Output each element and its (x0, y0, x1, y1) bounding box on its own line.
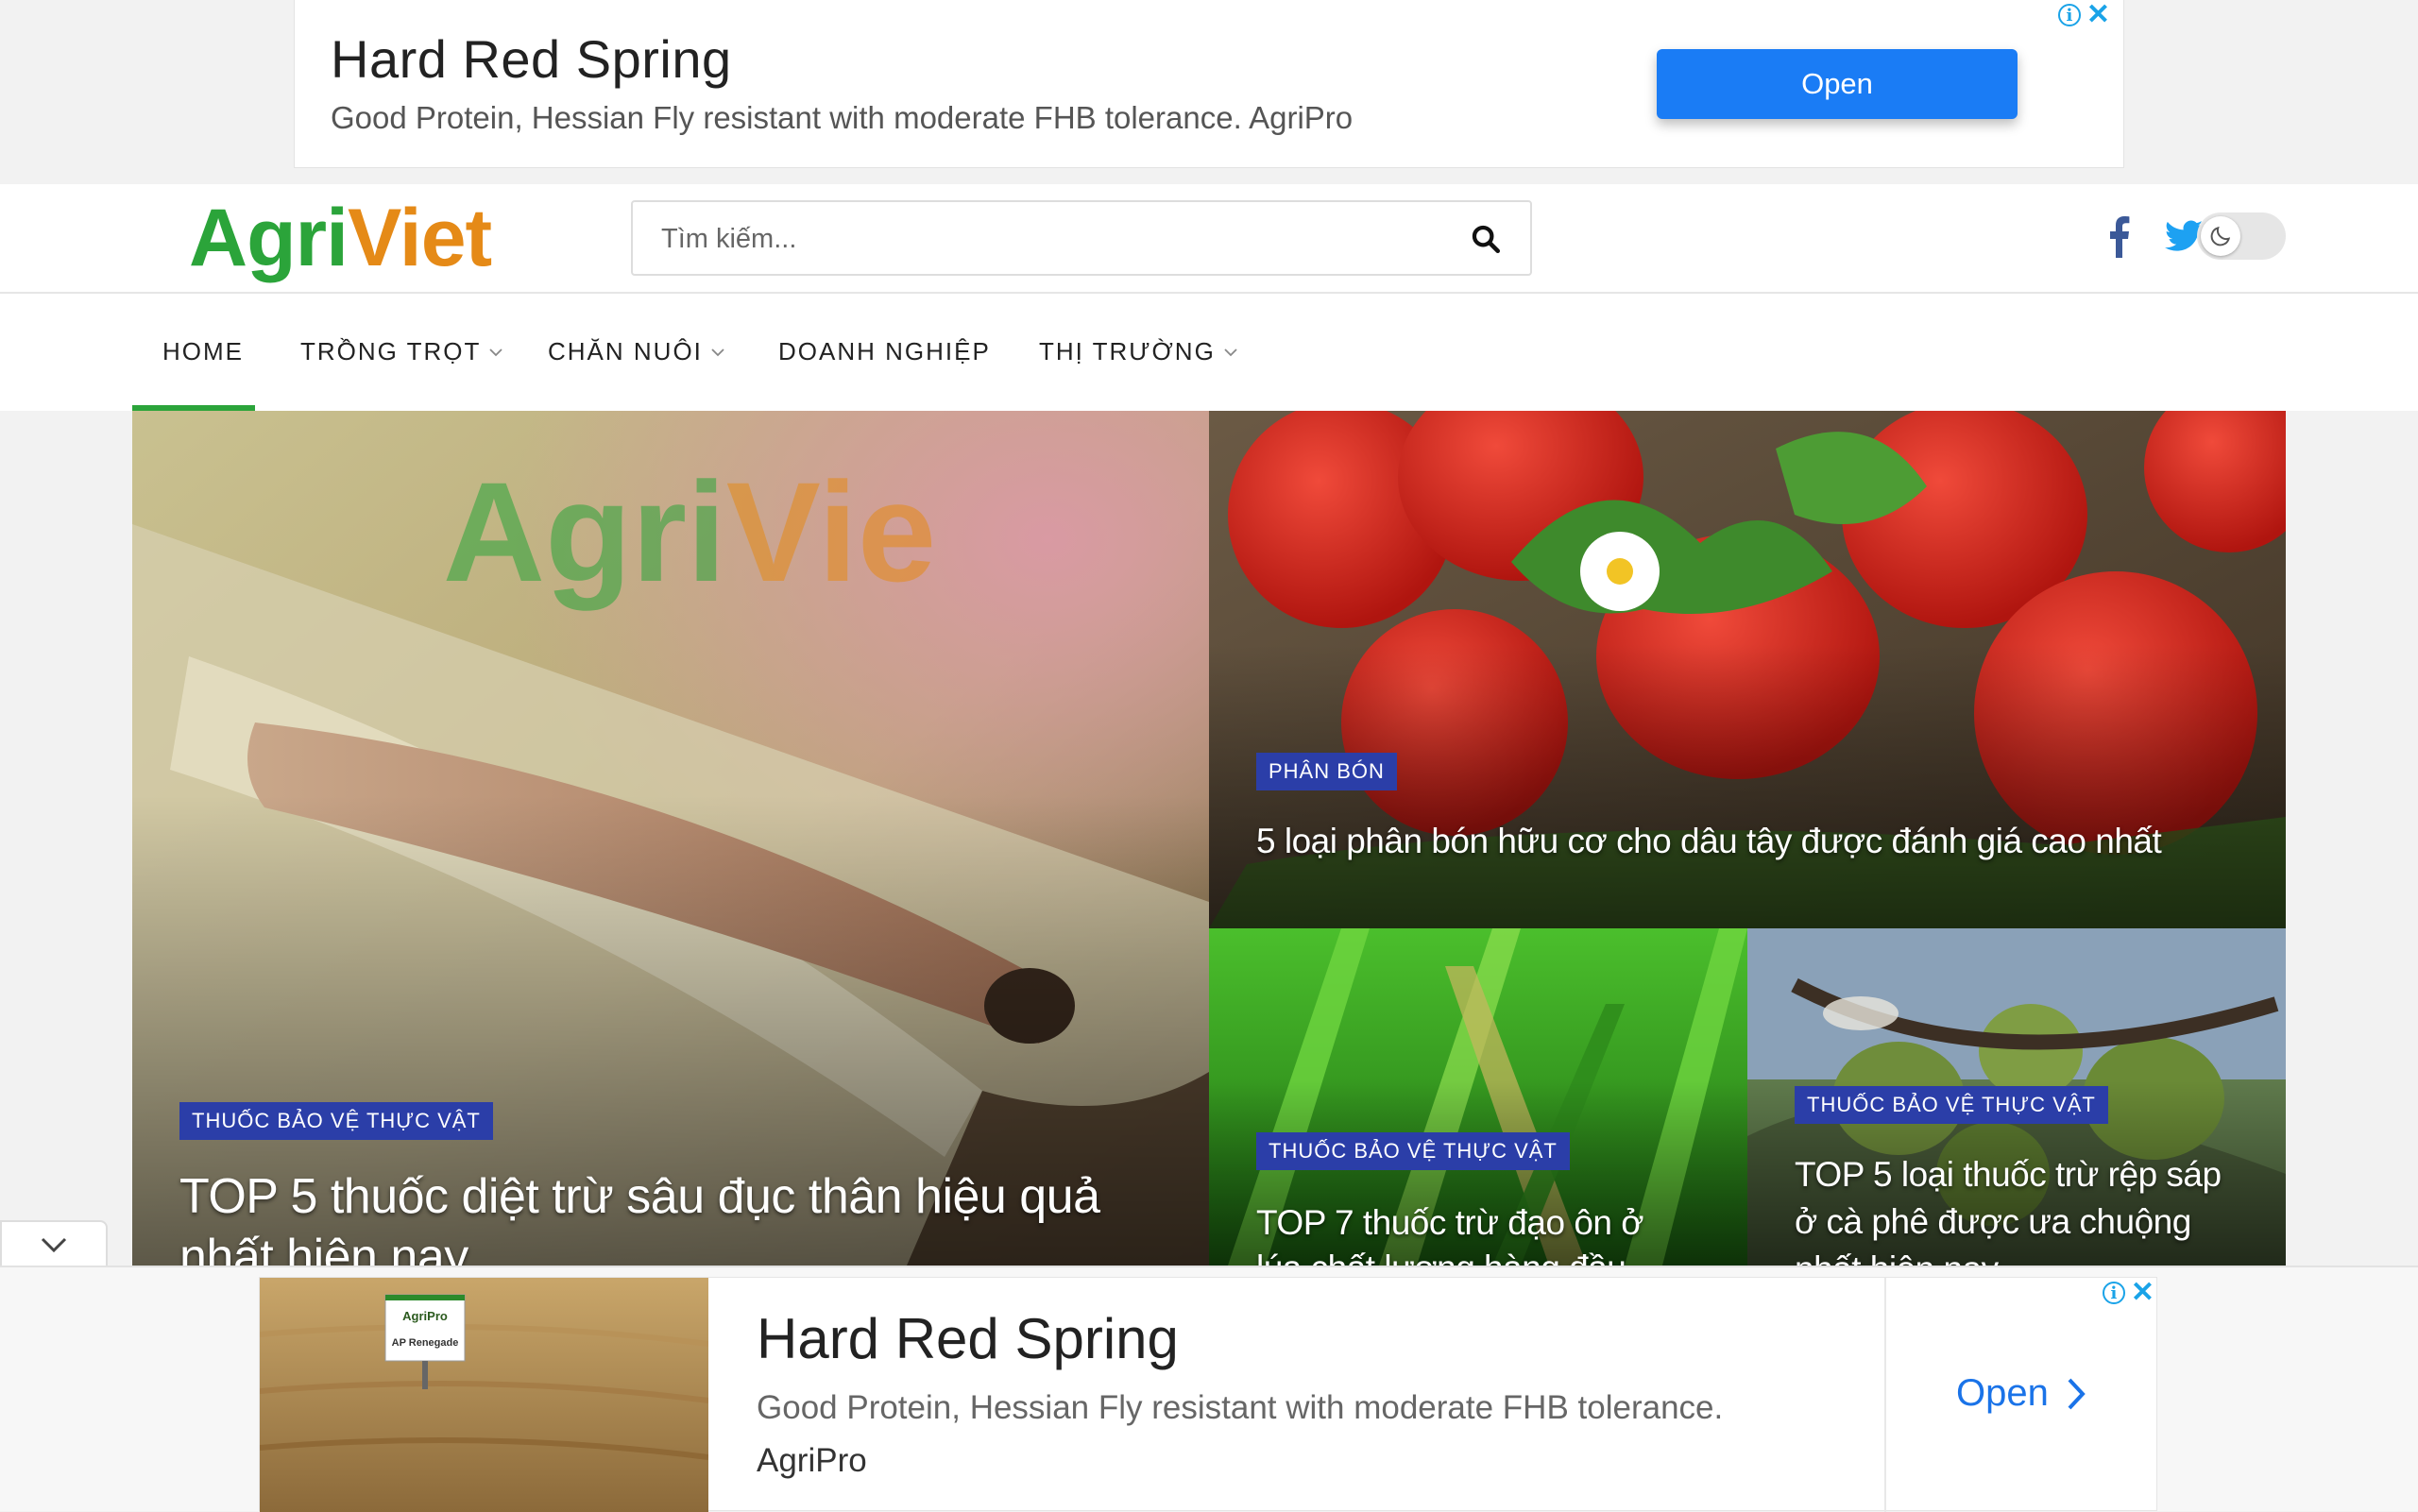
hero-side-article-bottom-left[interactable]: THUỐC BẢO VỆ THỰC VẬT TOP 7 thuốc trừ đạ… (1209, 928, 1747, 1266)
bottom-ad-open-button[interactable]: Open (1956, 1372, 2086, 1415)
facebook-icon[interactable] (2104, 216, 2133, 258)
nav-item-label[interactable]: TRỒNG TRỌT (300, 337, 481, 366)
watermark-logo: AgriVie (443, 452, 936, 611)
bottom-ad-description[interactable]: Good Protein, Hessian Fly resistant with… (757, 1389, 1723, 1427)
nav-item-doanh-nghiep[interactable]: DOANH NGHIỆP (778, 337, 991, 366)
article-title[interactable]: TOP 5 loại thuốc trừ rệp sáp ở cà phê đư… (1795, 1151, 2248, 1266)
logo-text-agri[interactable]: Agri (189, 193, 349, 283)
top-ad-choices[interactable]: i ✕ (2057, 1, 2110, 29)
bottom-ad-choices[interactable]: i ✕ (2102, 1279, 2154, 1307)
ad-close-icon[interactable]: ✕ (2131, 1279, 2154, 1307)
category-badge[interactable]: THUỐC BẢO VỆ THỰC VẬT (1795, 1086, 2108, 1124)
chevron-down-icon (489, 348, 503, 356)
ad-close-icon[interactable]: ✕ (2086, 1, 2110, 29)
nav-item-label[interactable]: THỊ TRƯỜNG (1039, 337, 1216, 366)
category-badge[interactable]: THUỐC BẢO VỆ THỰC VẬT (1256, 1132, 1570, 1170)
chevron-right-icon (2068, 1378, 2086, 1409)
logo-text-viet[interactable]: Viet (348, 193, 492, 283)
search-box (631, 200, 1532, 276)
nav-item-chan-nuoi[interactable]: CHĂN NUÔI (548, 337, 725, 366)
site-header: AgriViet (0, 184, 2418, 294)
nav-item-trong-trot[interactable]: TRỒNG TRỌT (300, 337, 503, 366)
site-logo[interactable]: AgriViet (189, 192, 492, 285)
nav-item-thi-truong[interactable]: THỊ TRƯỜNG (1039, 337, 1238, 366)
ad-sign-brand: AgriPro (402, 1309, 448, 1323)
category-badge[interactable]: PHÂN BÓN (1256, 753, 1397, 790)
nav-item-home[interactable]: HOME (162, 337, 244, 366)
nav-item-label[interactable]: CHĂN NUÔI (548, 337, 703, 366)
moon-icon (2201, 216, 2240, 256)
category-badge[interactable]: THUỐC BẢO VỆ THỰC VẬT (179, 1102, 493, 1140)
hero-main-article[interactable]: AgriVie THUỐC BẢO VỆ THỰC VẬT TOP 5 thuố… (132, 411, 1209, 1266)
bottom-ad-open-label[interactable]: Open (1956, 1372, 2049, 1415)
article-title[interactable]: TOP 5 thuốc diệt trừ sâu đục thân hiệu q… (179, 1166, 1124, 1266)
chevron-down-icon (41, 1237, 67, 1253)
ad-info-icon[interactable]: i (2057, 4, 2081, 26)
ad-sign-product: AP Renegade (392, 1337, 459, 1349)
hero-side-article-bottom-right[interactable]: THUỐC BẢO VỆ THỰC VẬT TOP 5 loại thuốc t… (1747, 928, 2286, 1266)
search-input[interactable] (659, 217, 1438, 261)
hero-side-article-top[interactable]: PHÂN BÓN 5 loại phân bón hữu cơ cho dâu … (1209, 411, 2286, 928)
ad-collapse-toggle[interactable] (0, 1220, 108, 1267)
ad-divider (1884, 1278, 1886, 1512)
nav-item-label[interactable]: HOME (162, 337, 244, 366)
bottom-ad-advertiser[interactable]: AgriPro (757, 1442, 867, 1480)
article-title[interactable]: 5 loại phân bón hữu cơ cho dâu tây được … (1256, 819, 2201, 864)
search-icon[interactable] (1470, 223, 1502, 255)
nav-item-label[interactable]: DOANH NGHIỆP (778, 337, 991, 366)
chevron-down-icon (1224, 348, 1237, 356)
chevron-down-icon (711, 348, 724, 356)
main-nav: HOME TRỒNG TRỌT CHĂN NUÔI DOANH NGHIỆP T… (0, 294, 2418, 411)
top-ad-description[interactable]: Good Protein, Hessian Fly resistant with… (331, 100, 1353, 136)
top-ad[interactable]: Hard Red Spring Good Protein, Hessian Fl… (294, 0, 2124, 168)
bottom-ad-title[interactable]: Hard Red Spring (757, 1306, 1179, 1371)
ad-image[interactable]: AgriPro AP Renegade (260, 1278, 708, 1512)
top-ad-open-button[interactable]: Open (1657, 49, 2018, 119)
top-ad-title[interactable]: Hard Red Spring (331, 28, 732, 90)
article-title[interactable]: TOP 7 thuốc trừ đạo ôn ở lúa chất lượng … (1256, 1200, 1691, 1266)
bottom-ad[interactable]: AgriPro AP Renegade Hard Red Spring Good… (259, 1277, 2157, 1512)
ad-info-icon[interactable]: i (2102, 1282, 2125, 1304)
dark-mode-toggle[interactable] (2197, 212, 2286, 260)
